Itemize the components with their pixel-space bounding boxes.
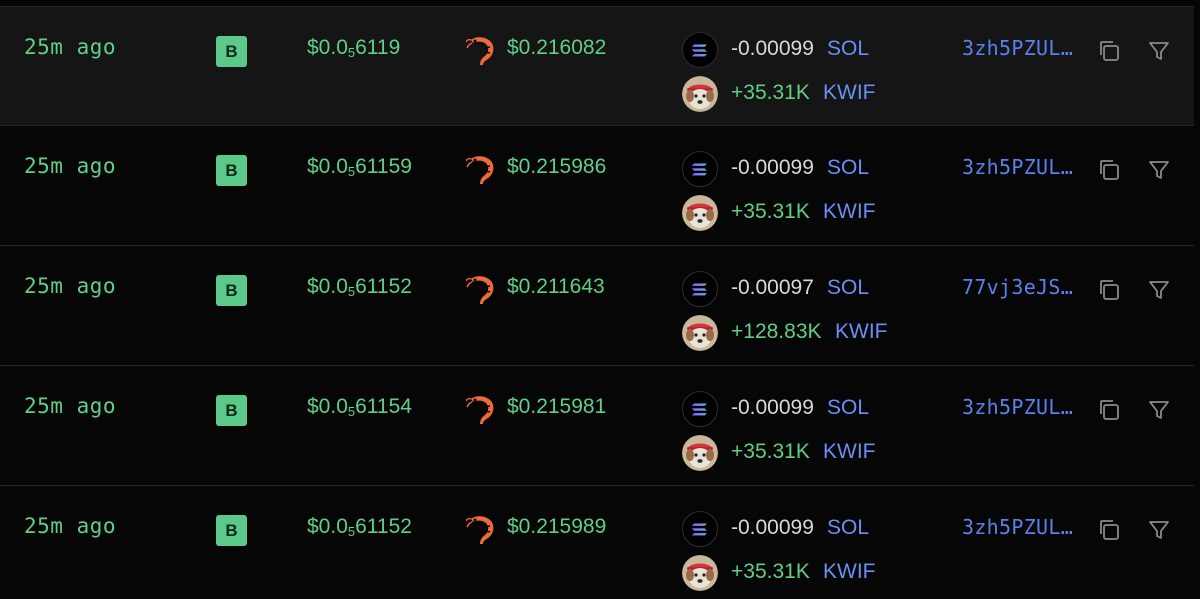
- token-symbol-link[interactable]: KWIF: [835, 320, 888, 344]
- buy-badge: B: [216, 275, 247, 306]
- trade-usd-value: $0.211643: [507, 275, 605, 298]
- trade-price: $0.0561152: [307, 515, 412, 539]
- trade-row[interactable]: 25m ago B $0.0561154 $0.215981 -0.00099 SOL…: [0, 366, 1194, 486]
- trade-price: $0.056119: [307, 36, 400, 60]
- sol-amount: -0.00099: [731, 396, 814, 419]
- trade-usd-value: $0.215989: [507, 515, 607, 538]
- sol-amount: -0.00099: [731, 37, 814, 60]
- trade-price: $0.0561154: [307, 395, 412, 419]
- maker-address-link[interactable]: 3zh5PZUL…: [962, 515, 1073, 539]
- shrimp-icon: [465, 34, 496, 66]
- token-amount: +35.31K: [731, 81, 810, 104]
- token-amount: +128.83K: [731, 320, 822, 343]
- trade-price: $0.0561159: [307, 155, 412, 179]
- solana-icon: [682, 151, 718, 187]
- trade-age: 25m ago: [24, 274, 117, 298]
- copy-icon[interactable]: [1096, 157, 1122, 183]
- trade-age: 25m ago: [24, 394, 117, 418]
- price-prefix: $0.0: [307, 395, 348, 418]
- sol-symbol-link[interactable]: SOL: [827, 396, 869, 420]
- kwif-dog-icon: [682, 195, 718, 231]
- trade-usd-value: $0.215986: [507, 155, 607, 178]
- solana-icon: [682, 32, 718, 68]
- sol-amount: -0.00097: [731, 276, 814, 299]
- token-symbol-link[interactable]: KWIF: [823, 440, 876, 464]
- price-prefix: $0.0: [307, 515, 348, 538]
- token-amount: +35.31K: [731, 560, 810, 583]
- token-amount: +35.31K: [731, 200, 810, 223]
- sol-symbol-link[interactable]: SOL: [827, 516, 869, 540]
- trades-table: 25m ago B $0.056119 $0.216082 -0.00099 SOL …: [0, 0, 1200, 599]
- copy-icon[interactable]: [1096, 277, 1122, 303]
- trade-row[interactable]: 25m ago B $0.0561152 $0.211643 -0.00097 SOL…: [0, 246, 1194, 366]
- buy-badge: B: [216, 155, 247, 186]
- trade-age: 25m ago: [24, 514, 117, 538]
- trade-row[interactable]: 25m ago B $0.0561152 $0.215989 -0.00099 SOL…: [0, 486, 1194, 599]
- trade-usd-value: $0.215981: [507, 395, 607, 418]
- copy-icon[interactable]: [1096, 517, 1122, 543]
- maker-address-link[interactable]: 3zh5PZUL…: [962, 395, 1073, 419]
- filter-icon[interactable]: [1147, 398, 1171, 422]
- solana-icon: [682, 391, 718, 427]
- trade-age: 25m ago: [24, 35, 117, 59]
- trade-row[interactable]: 25m ago B $0.0561159 $0.215986 -0.00099 SOL…: [0, 126, 1194, 246]
- token-symbol-link[interactable]: KWIF: [823, 81, 876, 105]
- maker-address-link[interactable]: 3zh5PZUL…: [962, 155, 1073, 179]
- shrimp-icon: [465, 513, 496, 545]
- buy-badge: B: [216, 515, 247, 546]
- solana-icon: [682, 511, 718, 547]
- token-symbol-link[interactable]: KWIF: [823, 560, 876, 584]
- token-symbol-link[interactable]: KWIF: [823, 200, 876, 224]
- price-prefix: $0.0: [307, 155, 348, 178]
- maker-address-link[interactable]: 77vj3eJS…: [962, 275, 1073, 299]
- trade-row[interactable]: 25m ago B $0.056119 $0.216082 -0.00099 SOL …: [0, 6, 1194, 126]
- price-prefix: $0.0: [307, 275, 348, 298]
- sol-symbol-link[interactable]: SOL: [827, 276, 869, 300]
- sol-amount: -0.00099: [731, 156, 814, 179]
- price-digits: 61159: [355, 155, 412, 178]
- maker-address-link[interactable]: 3zh5PZUL…: [962, 36, 1073, 60]
- kwif-dog-icon: [682, 315, 718, 351]
- sol-amount: -0.00099: [731, 516, 814, 539]
- price-digits: 6119: [355, 36, 401, 59]
- trade-price: $0.0561152: [307, 275, 412, 299]
- price-prefix: $0.0: [307, 36, 348, 59]
- kwif-dog-icon: [682, 435, 718, 471]
- filter-icon[interactable]: [1147, 518, 1171, 542]
- token-amount: +35.31K: [731, 440, 810, 463]
- sol-symbol-link[interactable]: SOL: [827, 156, 869, 180]
- shrimp-icon: [465, 393, 496, 425]
- trade-usd-value: $0.216082: [507, 36, 607, 59]
- copy-icon[interactable]: [1096, 38, 1122, 64]
- filter-icon[interactable]: [1147, 158, 1171, 182]
- trade-age: 25m ago: [24, 154, 117, 178]
- solana-icon: [682, 271, 718, 307]
- buy-badge: B: [216, 395, 247, 426]
- shrimp-icon: [465, 273, 496, 305]
- filter-icon[interactable]: [1147, 278, 1171, 302]
- filter-icon[interactable]: [1147, 39, 1171, 63]
- copy-icon[interactable]: [1096, 397, 1122, 423]
- buy-badge: B: [216, 36, 247, 67]
- sol-symbol-link[interactable]: SOL: [827, 37, 869, 61]
- shrimp-icon: [465, 153, 496, 185]
- price-digits: 61154: [355, 395, 412, 418]
- kwif-dog-icon: [682, 555, 718, 591]
- price-digits: 61152: [355, 515, 412, 538]
- price-digits: 61152: [355, 275, 412, 298]
- kwif-dog-icon: [682, 76, 718, 112]
